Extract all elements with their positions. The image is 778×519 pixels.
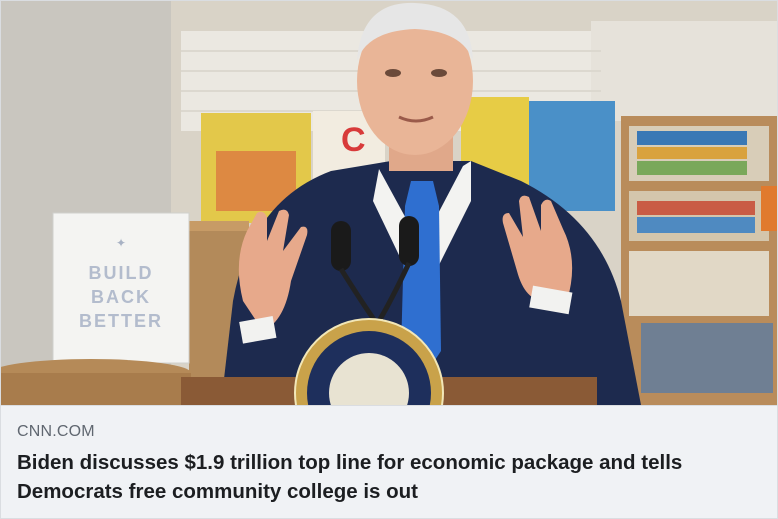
sign-line: BETTER bbox=[79, 311, 163, 331]
preview-photo[interactable]: C ✦ BUILD BACK BETTER bbox=[1, 1, 777, 405]
sign-line: BACK bbox=[91, 287, 151, 307]
source-domain: CNN.COM bbox=[17, 423, 95, 440]
sign-line: BUILD bbox=[89, 263, 154, 283]
headline[interactable]: Biden discusses $1.9 trillion top line f… bbox=[17, 448, 757, 506]
svg-text:✦: ✦ bbox=[116, 236, 126, 250]
book-letter: C bbox=[341, 121, 366, 159]
photo-illustration: C ✦ BUILD BACK BETTER bbox=[1, 1, 777, 405]
link-preview-meta[interactable]: CNN.COM Biden discusses $1.9 trillion to… bbox=[1, 405, 777, 518]
framed-picture bbox=[641, 323, 773, 393]
link-preview-card[interactable]: C ✦ BUILD BACK BETTER CNN.COM Biden disc… bbox=[0, 0, 778, 519]
